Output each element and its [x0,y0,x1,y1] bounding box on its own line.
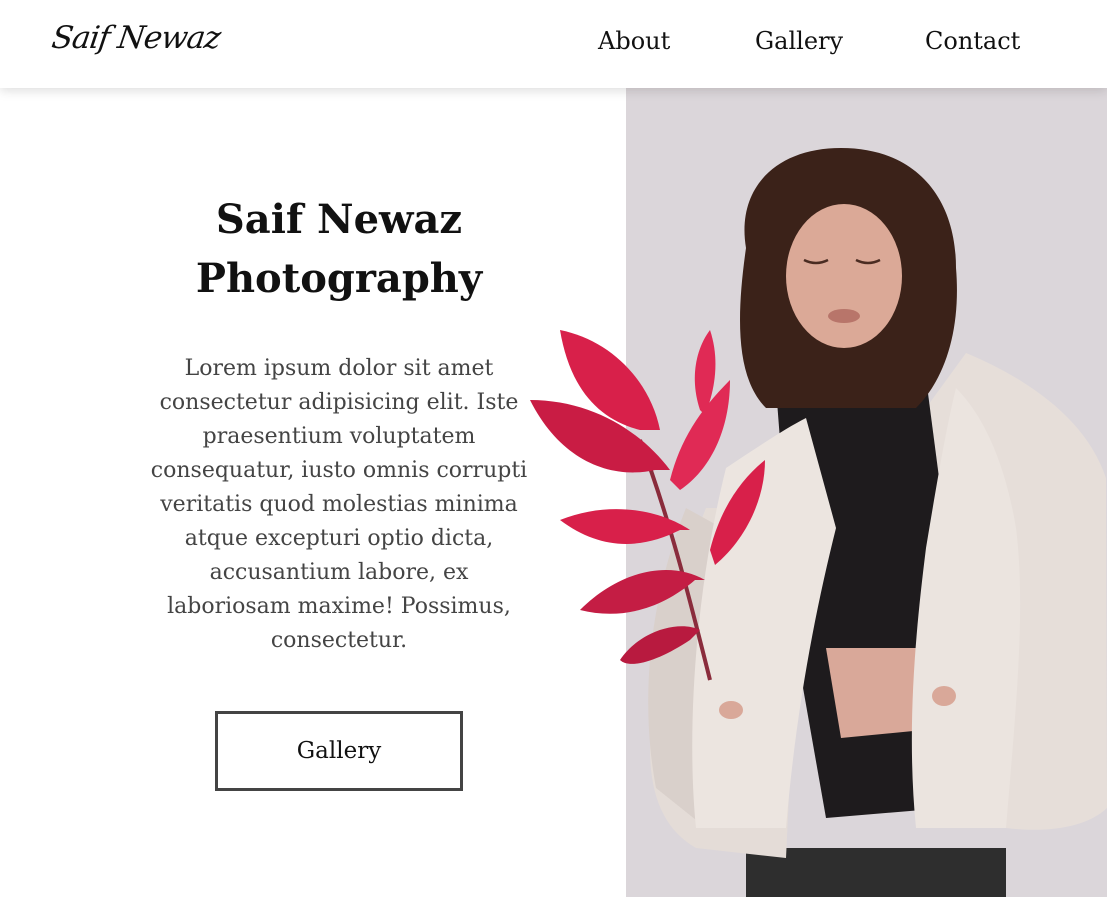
nav-link-gallery[interactable]: Gallery [755,27,843,55]
nav-link-about[interactable]: About [598,27,670,55]
hero-paragraph: Lorem ipsum dolor sit amet consectetur a… [150,356,528,653]
site-logo[interactable]: Saif Newaz [49,20,222,56]
hero-text-section: Saif Newaz Photography Lorem ipsum dolor… [0,88,626,897]
hero-title-line-2: Photography [195,255,483,302]
woman-in-fur-coat-photo [626,88,1107,897]
hero-photo [626,88,1107,897]
nav-link-contact[interactable]: Contact [925,27,1020,55]
gallery-button[interactable]: Gallery [215,711,463,791]
navbar: Saif Newaz About Gallery Contact [0,0,1107,88]
hero-title: Saif Newaz Photography [100,190,578,308]
hero-title-line-1: Saif Newaz [215,196,463,243]
